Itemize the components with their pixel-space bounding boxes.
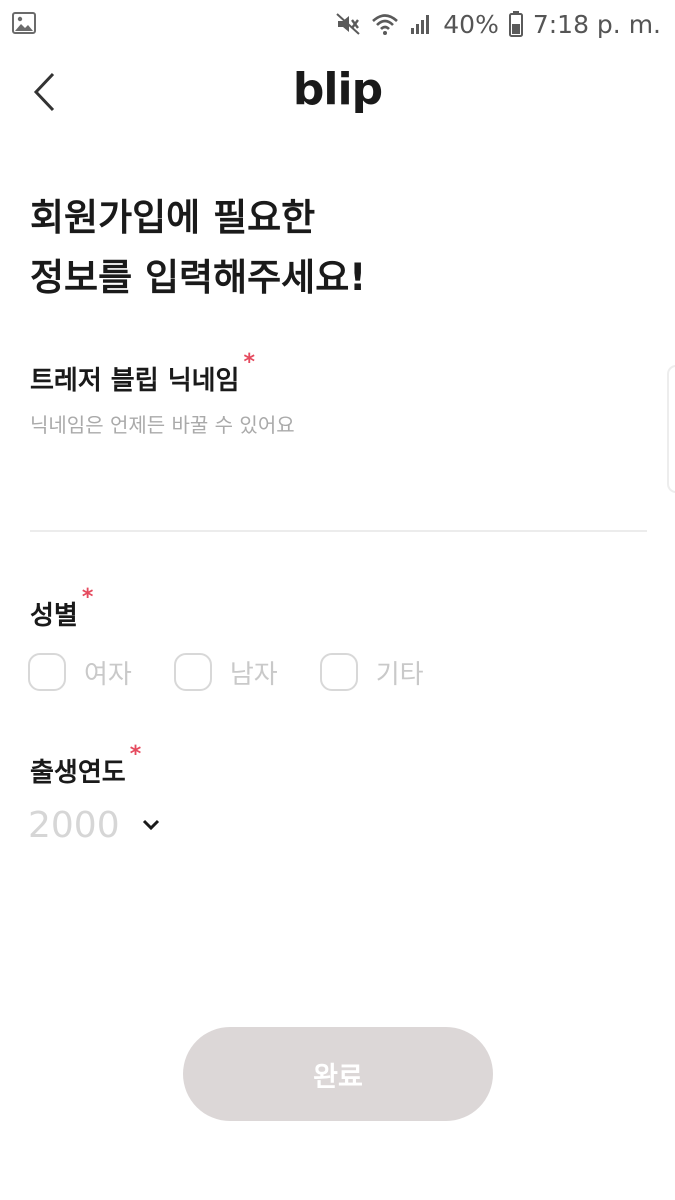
gender-option-other[interactable]: 기타: [319, 653, 424, 691]
status-bar: 40% 7:18 p. m.: [0, 0, 675, 50]
chevron-down-icon: [142, 819, 159, 831]
nickname-input[interactable]: [30, 410, 645, 530]
submit-button[interactable]: 완료: [183, 1027, 493, 1121]
wifi-icon: [371, 12, 399, 36]
app-header: blip: [0, 50, 675, 134]
nickname-label-text: 트레저 블립 닉네임: [30, 366, 240, 396]
gallery-notification-icon: [12, 12, 36, 38]
battery-icon: [508, 11, 523, 37]
gender-option-label: 여자: [84, 659, 132, 690]
gender-options: 여자 남자 기타: [28, 650, 466, 694]
status-indicators: 40% 7:18 p. m.: [335, 6, 661, 42]
birth-year-select[interactable]: 2000: [28, 800, 160, 850]
gender-option-label: 기타: [375, 659, 424, 690]
mute-icon: [335, 12, 361, 36]
checkbox[interactable]: [319, 653, 358, 691]
gender-label-text: 성별: [30, 601, 78, 631]
birth-year-label-text: 출생연도: [30, 758, 126, 788]
gender-label: 성별*: [30, 585, 93, 632]
gender-option-label: 남자: [229, 659, 278, 690]
gender-option-female[interactable]: 여자: [28, 653, 132, 691]
required-mark: *: [129, 742, 142, 767]
checkbox[interactable]: [173, 653, 212, 691]
required-mark: *: [81, 585, 94, 610]
submit-label: 완료: [313, 1061, 363, 1092]
signal-icon: [409, 13, 433, 35]
nickname-divider: [30, 530, 647, 532]
birth-year-value: 2000: [28, 804, 120, 846]
checkbox[interactable]: [28, 653, 66, 691]
gender-option-male[interactable]: 남자: [173, 653, 278, 691]
nickname-label: 트레저 블립 닉네임*: [30, 350, 255, 397]
required-mark: *: [243, 350, 255, 375]
edge-panel-handle[interactable]: [667, 365, 675, 493]
clock: 7:18 p. m.: [532, 9, 661, 39]
battery-percent: 40%: [443, 9, 499, 39]
page-title-line-1: 회원가입에 필요한: [30, 196, 316, 239]
page-title-line-2: 정보를 입력해주세요!: [30, 256, 367, 299]
page-title: 회원가입에 필요한 정보를 입력해주세요!: [30, 188, 630, 308]
app-logo: blip: [292, 64, 383, 115]
birth-year-label: 출생연도*: [30, 742, 141, 789]
